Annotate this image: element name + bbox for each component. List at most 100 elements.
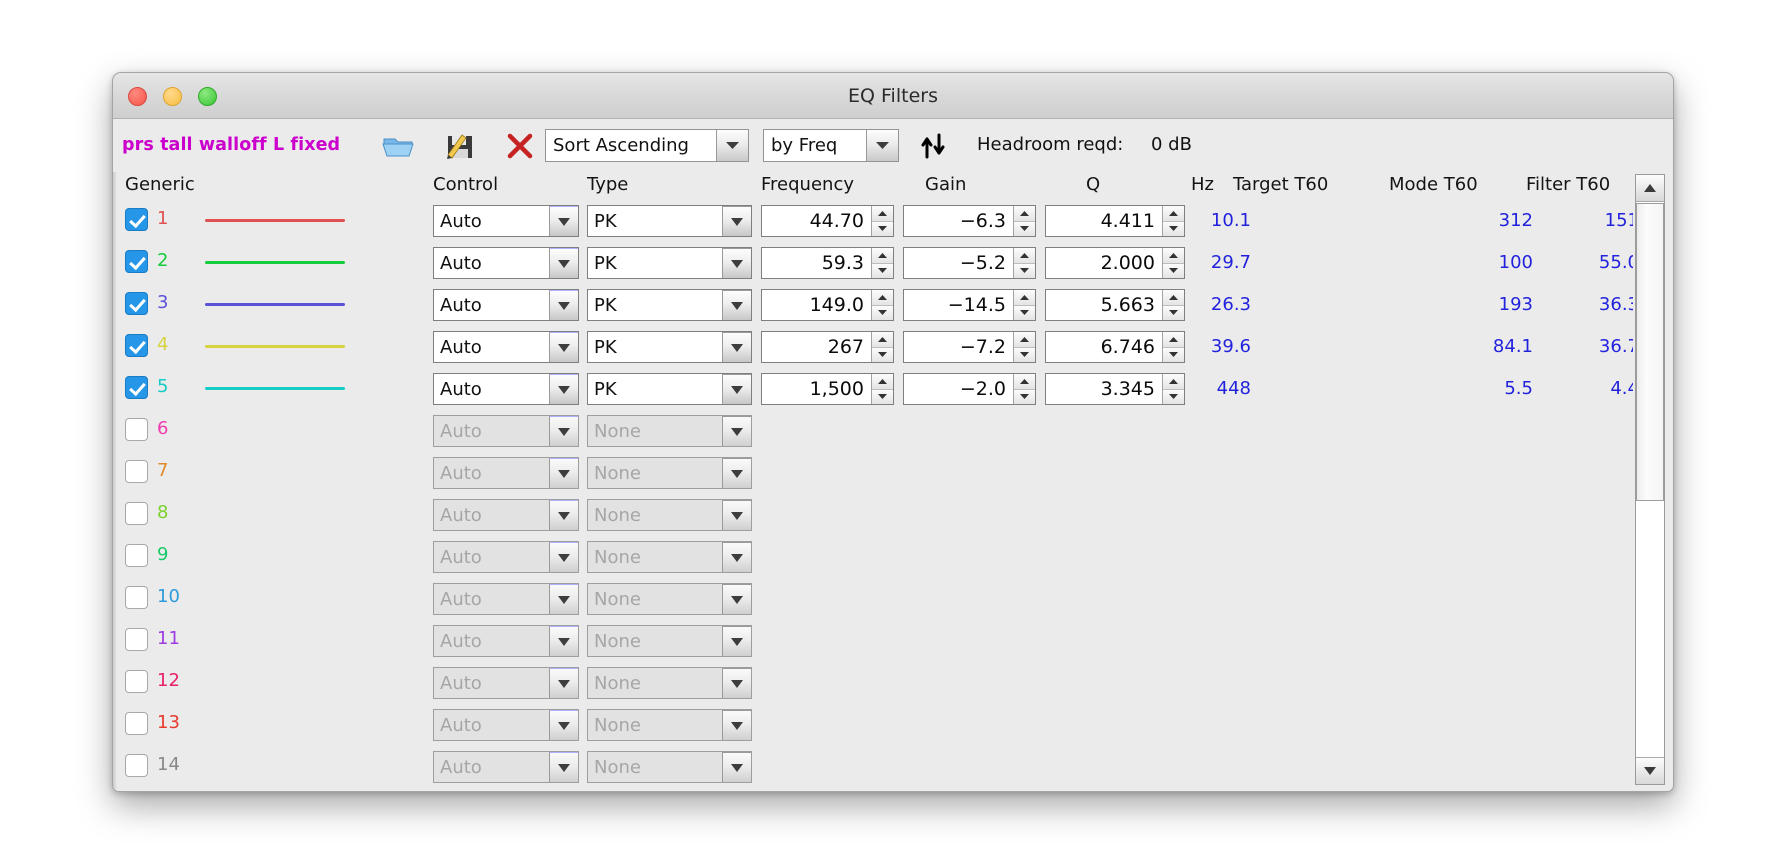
filter-type-dropdown[interactable]: None: [587, 457, 752, 489]
gain-stepper[interactable]: [1013, 332, 1035, 362]
control-mode-dropdown[interactable]: Auto: [433, 751, 579, 783]
filter-enable-checkbox[interactable]: [125, 712, 148, 735]
control-mode-dropdown[interactable]: Auto: [433, 457, 579, 489]
chevron-up-icon[interactable]: [872, 206, 893, 221]
control-mode-dropdown[interactable]: Auto: [433, 331, 579, 363]
folder-open-icon[interactable]: [381, 129, 415, 163]
control-mode-dropdown[interactable]: Auto: [433, 289, 579, 321]
control-mode-dropdown[interactable]: Auto: [433, 247, 579, 279]
chevron-down-icon[interactable]: [1014, 304, 1035, 320]
frequency-stepper[interactable]: [871, 332, 893, 362]
scrollbar-thumb[interactable]: [1636, 203, 1664, 501]
filter-type-dropdown[interactable]: None: [587, 583, 752, 615]
filter-type-dropdown[interactable]: None: [587, 751, 752, 783]
frequency-stepper[interactable]: [871, 248, 893, 278]
hz-readout: 29.7: [1210, 252, 1251, 273]
control-mode-dropdown[interactable]: Auto: [433, 709, 579, 741]
chevron-up-icon[interactable]: [1014, 290, 1035, 305]
filter-enable-checkbox[interactable]: [125, 628, 148, 651]
filter-enable-checkbox[interactable]: [125, 544, 148, 567]
frequency-spinner[interactable]: 149.0: [761, 289, 894, 321]
chevron-down-icon[interactable]: [872, 346, 893, 362]
gain-stepper[interactable]: [1013, 374, 1035, 404]
q-spinner[interactable]: 3.345: [1045, 373, 1185, 405]
filter-enable-checkbox[interactable]: [125, 250, 148, 273]
vertical-scrollbar[interactable]: [1635, 174, 1665, 785]
q-spinner[interactable]: 5.663: [1045, 289, 1185, 321]
q-spinner[interactable]: 2.000: [1045, 247, 1185, 279]
sort-updown-icon[interactable]: [919, 132, 947, 160]
scroll-down-button[interactable]: [1636, 757, 1664, 784]
frequency-stepper[interactable]: [871, 374, 893, 404]
chevron-down-icon[interactable]: [872, 388, 893, 404]
q-spinner[interactable]: 6.746: [1045, 331, 1185, 363]
frequency-stepper[interactable]: [871, 206, 893, 236]
gain-stepper[interactable]: [1013, 206, 1035, 236]
chevron-up-icon[interactable]: [872, 332, 893, 347]
gain-spinner[interactable]: −2.0: [903, 373, 1036, 405]
filter-type-dropdown[interactable]: PK: [587, 247, 752, 279]
control-mode-dropdown[interactable]: Auto: [433, 415, 579, 447]
sort-key-dropdown[interactable]: by Freq: [763, 129, 899, 162]
chevron-down-icon[interactable]: [1014, 346, 1035, 362]
chevron-down-icon[interactable]: [872, 262, 893, 278]
chevron-down-icon[interactable]: [1014, 388, 1035, 404]
filter-type-dropdown[interactable]: PK: [587, 289, 752, 321]
sort-order-dropdown[interactable]: Sort Ascending: [545, 129, 749, 162]
filter-enable-checkbox[interactable]: [125, 292, 148, 315]
gain-spinner[interactable]: −5.2: [903, 247, 1036, 279]
chevron-up-icon[interactable]: [872, 248, 893, 263]
chevron-up-icon[interactable]: [1014, 206, 1035, 221]
frequency-spinner[interactable]: 44.70: [761, 205, 894, 237]
chevron-down-icon[interactable]: [872, 304, 893, 320]
filter-enable-checkbox[interactable]: [125, 502, 148, 525]
frequency-spinner[interactable]: 59.3: [761, 247, 894, 279]
hz-readout: 39.6: [1210, 336, 1251, 357]
save-icon[interactable]: [443, 129, 477, 163]
window-titlebar[interactable]: EQ Filters: [113, 73, 1673, 119]
filter-type-dropdown[interactable]: None: [587, 667, 752, 699]
chevron-up-icon[interactable]: [1014, 332, 1035, 347]
filter-type-dropdown[interactable]: None: [587, 541, 752, 573]
filter-enable-checkbox[interactable]: [125, 208, 148, 231]
chevron-down-icon[interactable]: [872, 220, 893, 236]
gain-spinner[interactable]: −7.2: [903, 331, 1036, 363]
chevron-up-icon[interactable]: [1014, 374, 1035, 389]
filter-type-dropdown[interactable]: None: [587, 709, 752, 741]
filter-enable-checkbox[interactable]: [125, 586, 148, 609]
filter-enable-checkbox[interactable]: [125, 418, 148, 441]
filter-enable-checkbox[interactable]: [125, 460, 148, 483]
gain-stepper[interactable]: [1013, 290, 1035, 320]
chevron-up-icon[interactable]: [872, 374, 893, 389]
filter-type-dropdown[interactable]: PK: [587, 205, 752, 237]
control-mode-dropdown[interactable]: Auto: [433, 541, 579, 573]
q-spinner[interactable]: 4.411: [1045, 205, 1185, 237]
control-mode-dropdown[interactable]: Auto: [433, 373, 579, 405]
control-mode-dropdown[interactable]: Auto: [433, 499, 579, 531]
filter-type-dropdown[interactable]: PK: [587, 373, 752, 405]
control-mode-dropdown[interactable]: Auto: [433, 205, 579, 237]
delete-x-icon[interactable]: [503, 129, 537, 163]
filter-type-dropdown[interactable]: None: [587, 415, 752, 447]
filter-type-dropdown[interactable]: PK: [587, 331, 752, 363]
control-mode-dropdown[interactable]: Auto: [433, 625, 579, 657]
chevron-down-icon[interactable]: [1014, 220, 1035, 236]
filter-enable-checkbox[interactable]: [125, 754, 148, 777]
gain-spinner[interactable]: −6.3: [903, 205, 1036, 237]
chevron-up-icon[interactable]: [872, 290, 893, 305]
scroll-up-button[interactable]: [1636, 175, 1664, 202]
control-mode-dropdown[interactable]: Auto: [433, 667, 579, 699]
gain-stepper[interactable]: [1013, 248, 1035, 278]
frequency-stepper[interactable]: [871, 290, 893, 320]
chevron-up-icon[interactable]: [1014, 248, 1035, 263]
frequency-spinner[interactable]: 267: [761, 331, 894, 363]
filter-enable-checkbox[interactable]: [125, 334, 148, 357]
control-mode-dropdown[interactable]: Auto: [433, 583, 579, 615]
filter-type-dropdown[interactable]: None: [587, 625, 752, 657]
filter-enable-checkbox[interactable]: [125, 376, 148, 399]
chevron-down-icon[interactable]: [1014, 262, 1035, 278]
filter-type-dropdown[interactable]: None: [587, 499, 752, 531]
filter-enable-checkbox[interactable]: [125, 670, 148, 693]
gain-spinner[interactable]: −14.5: [903, 289, 1036, 321]
frequency-spinner[interactable]: 1,500: [761, 373, 894, 405]
